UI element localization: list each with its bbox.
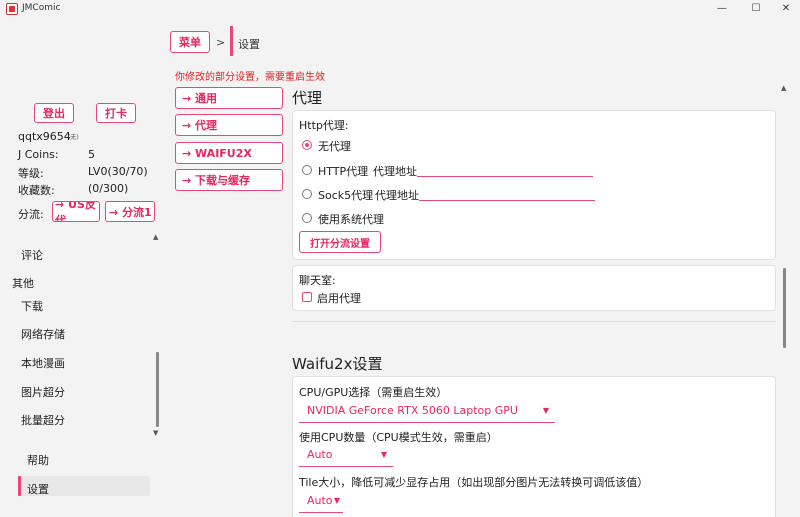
- settings-content: 代理 Http代理: 无代理 HTTP代理 代理地址 Sock5代理 代理地址 …: [292, 80, 782, 517]
- socks5-proxy-option-label: Sock5代理: [318, 189, 374, 202]
- sidebar-scroll-up-icon[interactable]: ▲: [153, 233, 158, 241]
- system-proxy-label: 使用系统代理: [318, 213, 384, 226]
- sidebar-item-help[interactable]: 帮助: [27, 452, 49, 468]
- system-proxy-radio[interactable]: [302, 213, 312, 223]
- nav-general-button[interactable]: → 通用: [175, 87, 283, 109]
- no-proxy-label: 无代理: [318, 140, 351, 153]
- sidebar-item-batch-upscale[interactable]: 批量超分: [21, 412, 65, 428]
- waifu2x-section-title: Waifu2x设置: [292, 355, 383, 373]
- http-proxy-addr-label: 代理地址: [373, 165, 417, 178]
- gpu-select[interactable]: NVIDIA GeForce RTX 5060 Laptop GPU ▼: [299, 401, 555, 423]
- http-proxy-radio[interactable]: [302, 165, 312, 175]
- cpu-count-label: 使用CPU数量（CPU模式生效，需重启）: [299, 431, 498, 444]
- socks5-proxy-radio[interactable]: [302, 189, 312, 199]
- chat-label: 聊天室:: [299, 274, 336, 287]
- gpu-dropdown-icon: ▼: [542, 406, 549, 415]
- favorites-value: (0/300): [88, 182, 129, 195]
- no-proxy-radio[interactable]: [302, 140, 312, 150]
- username: qqtx9654: [18, 130, 71, 143]
- http-proxy-address-input[interactable]: [417, 157, 593, 177]
- tile-size-dropdown-icon: ▼: [333, 496, 340, 505]
- sidebar-section-other: 其他: [12, 277, 34, 290]
- breadcrumb-current: 设置: [238, 38, 260, 51]
- sidebar-scroll-down-icon[interactable]: ▼: [153, 429, 158, 437]
- waifu2x-panel: CPU/GPU选择（需重启生效） NVIDIA GeForce RTX 5060…: [292, 376, 776, 517]
- tile-size-value: Auto: [307, 494, 333, 507]
- nav-proxy-button[interactable]: → 代理: [175, 114, 283, 136]
- sidebar-item-comments[interactable]: 评论: [21, 247, 43, 263]
- sidebar-item-download[interactable]: 下载: [21, 298, 43, 314]
- close-button[interactable]: ✕: [770, 0, 800, 18]
- sidebar-item-image-upscale[interactable]: 图片超分: [21, 384, 65, 400]
- stream-1-button[interactable]: → 分流1: [105, 201, 155, 222]
- chat-proxy-checkbox[interactable]: [302, 292, 312, 302]
- http-proxy-panel: Http代理: 无代理 HTTP代理 代理地址 Sock5代理 代理地址 使用系…: [292, 110, 776, 260]
- main-scrollbar[interactable]: [783, 268, 786, 348]
- user-tag: (无): [68, 134, 79, 141]
- breadcrumb-active-indicator: [230, 26, 233, 56]
- app-logo-icon: [6, 3, 18, 15]
- cpu-count-dropdown-icon: ▼: [380, 450, 387, 459]
- level-label: 等级:: [18, 167, 44, 180]
- chat-proxy-checkbox-label: 启用代理: [317, 292, 361, 305]
- cpu-count-value: Auto: [307, 448, 333, 461]
- window-title: JMComic: [22, 3, 61, 13]
- logout-button[interactable]: 登出: [34, 103, 74, 123]
- open-stream-settings-button[interactable]: 打开分流设置: [299, 231, 381, 253]
- minimize-button[interactable]: —: [706, 0, 738, 18]
- gpu-select-label: CPU/GPU选择（需重启生效）: [299, 386, 448, 399]
- gpu-select-value: NVIDIA GeForce RTX 5060 Laptop GPU: [307, 404, 518, 417]
- coins-value: 5: [88, 148, 95, 161]
- cpu-count-select[interactable]: Auto ▼: [299, 445, 393, 467]
- maximize-button[interactable]: ☐: [740, 0, 772, 18]
- sidebar-item-network-storage[interactable]: 网络存储: [21, 326, 65, 342]
- stream-label: 分流:: [18, 208, 44, 221]
- http-proxy-label: Http代理:: [299, 119, 349, 132]
- level-value: LV0(30/70): [88, 165, 148, 178]
- nav-download-cache-button[interactable]: → 下载与缓存: [175, 169, 283, 191]
- breadcrumb-separator: >: [216, 36, 226, 49]
- checkin-button[interactable]: 打卡: [96, 103, 136, 123]
- sidebar-item-local-comics[interactable]: 本地漫画: [21, 355, 65, 371]
- sidebar-active-indicator: [18, 476, 21, 496]
- nav-waifu2x-button[interactable]: → WAIFU2X: [175, 142, 283, 164]
- favorites-label: 收藏数:: [18, 184, 55, 197]
- tile-size-label: Tile大小，降低可减少显存占用（如出现部分图片无法转换可调低该值）: [299, 476, 649, 489]
- tile-size-select[interactable]: Auto ▼: [299, 491, 343, 513]
- sidebar-scrollbar[interactable]: [156, 352, 159, 427]
- stream-us-button[interactable]: → US反代: [52, 201, 100, 222]
- title-bar: JMComic — ☐ ✕: [0, 0, 800, 18]
- sidebar-item-settings[interactable]: 设置: [27, 481, 49, 497]
- proxy-section-title: 代理: [292, 89, 323, 107]
- main-scroll-up-icon[interactable]: ▲: [781, 84, 786, 92]
- coins-label: J Coins:: [18, 148, 59, 161]
- socks5-proxy-addr-label: 代理地址: [375, 189, 419, 202]
- chat-proxy-panel: 聊天室: 启用代理: [292, 265, 776, 311]
- socks5-proxy-address-input[interactable]: [419, 181, 595, 201]
- http-proxy-option-label: HTTP代理: [318, 165, 369, 178]
- section-divider: [292, 321, 776, 322]
- menu-button[interactable]: 菜单: [170, 31, 210, 53]
